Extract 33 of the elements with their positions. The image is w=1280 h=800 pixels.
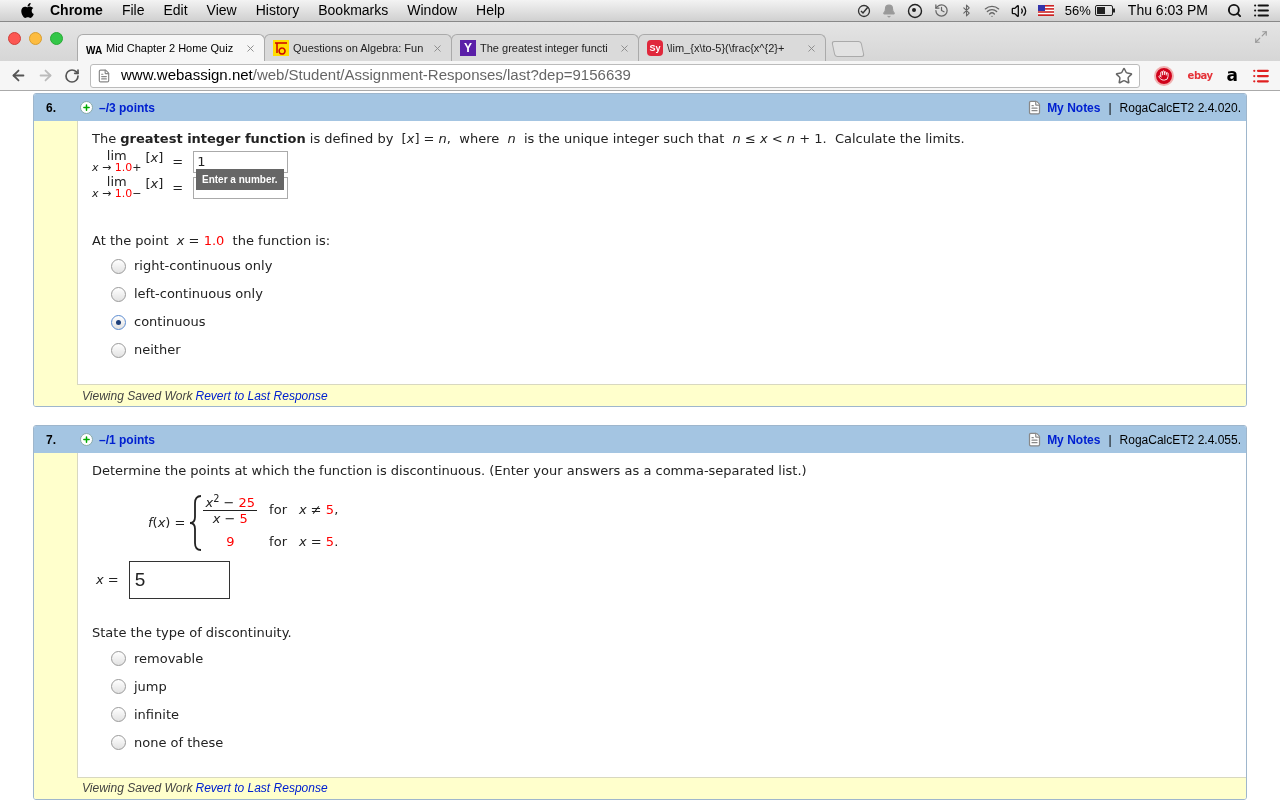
question-text: Determine the points at which the function is discontinuous. (Enter your answers as a comma-separated list.) [92,462,808,480]
webassign-logo-icon: WA [86,40,102,56]
saved-work-status: Viewing Saved Work [82,780,193,797]
option-label: continuous [134,313,206,332]
option-label: infinite [134,705,179,724]
battery-percentage: 56% [1064,1,1091,20]
limit-expression: lim x → 1.0+ [x] = [92,149,184,174]
option-label: neither [134,341,181,360]
tab-title: \lim_{x\to-5}(\frac{x^{2}+ [667,40,786,56]
tooltip: Enter a number. [196,168,284,190]
question-text: The greatest integer function is defined by [x] = n, where n is the unique integer such that n ≤ x < n + 1. Calculate the limits. [92,130,966,148]
question-prompt: State the type of discontinuity. [92,624,293,642]
option-label: removable [134,649,204,668]
question-number: 7. [45,431,57,449]
separator: | [1108,99,1112,117]
question-code: RogaCalcET2 2.4.020. [1119,99,1242,117]
answer-label: x = [96,571,119,590]
tab-title: Questions on Algebra: Fun [293,40,425,56]
separator: | [1108,431,1112,449]
saved-work-status: Viewing Saved Work [82,387,193,405]
option-label: none of these [134,733,224,752]
option-label: jump [134,677,167,696]
question-number: 6. [45,99,57,117]
option-label: left-continuous only [134,285,263,304]
tab-title: The greatest integer functi [480,40,609,56]
question-code: RogaCalcET2 2.4.055. [1119,431,1242,449]
tab-title: Mid Chapter 2 Home Quiz [106,40,235,56]
option-label: right-continuous only [134,257,273,276]
limit-expression: lim x → 1.0− [x] = [92,175,184,200]
symbolab-logo-icon: Sy [647,40,663,56]
yahoo-logo-icon: Y [460,40,476,56]
piecewise-function: f(x) = x$^{2}$ − 25 x − 5 for x ≠ 5, 9 for x = 5. [148,494,340,551]
question-prompt: At the point x = 1.0 the function is: [92,231,332,250]
